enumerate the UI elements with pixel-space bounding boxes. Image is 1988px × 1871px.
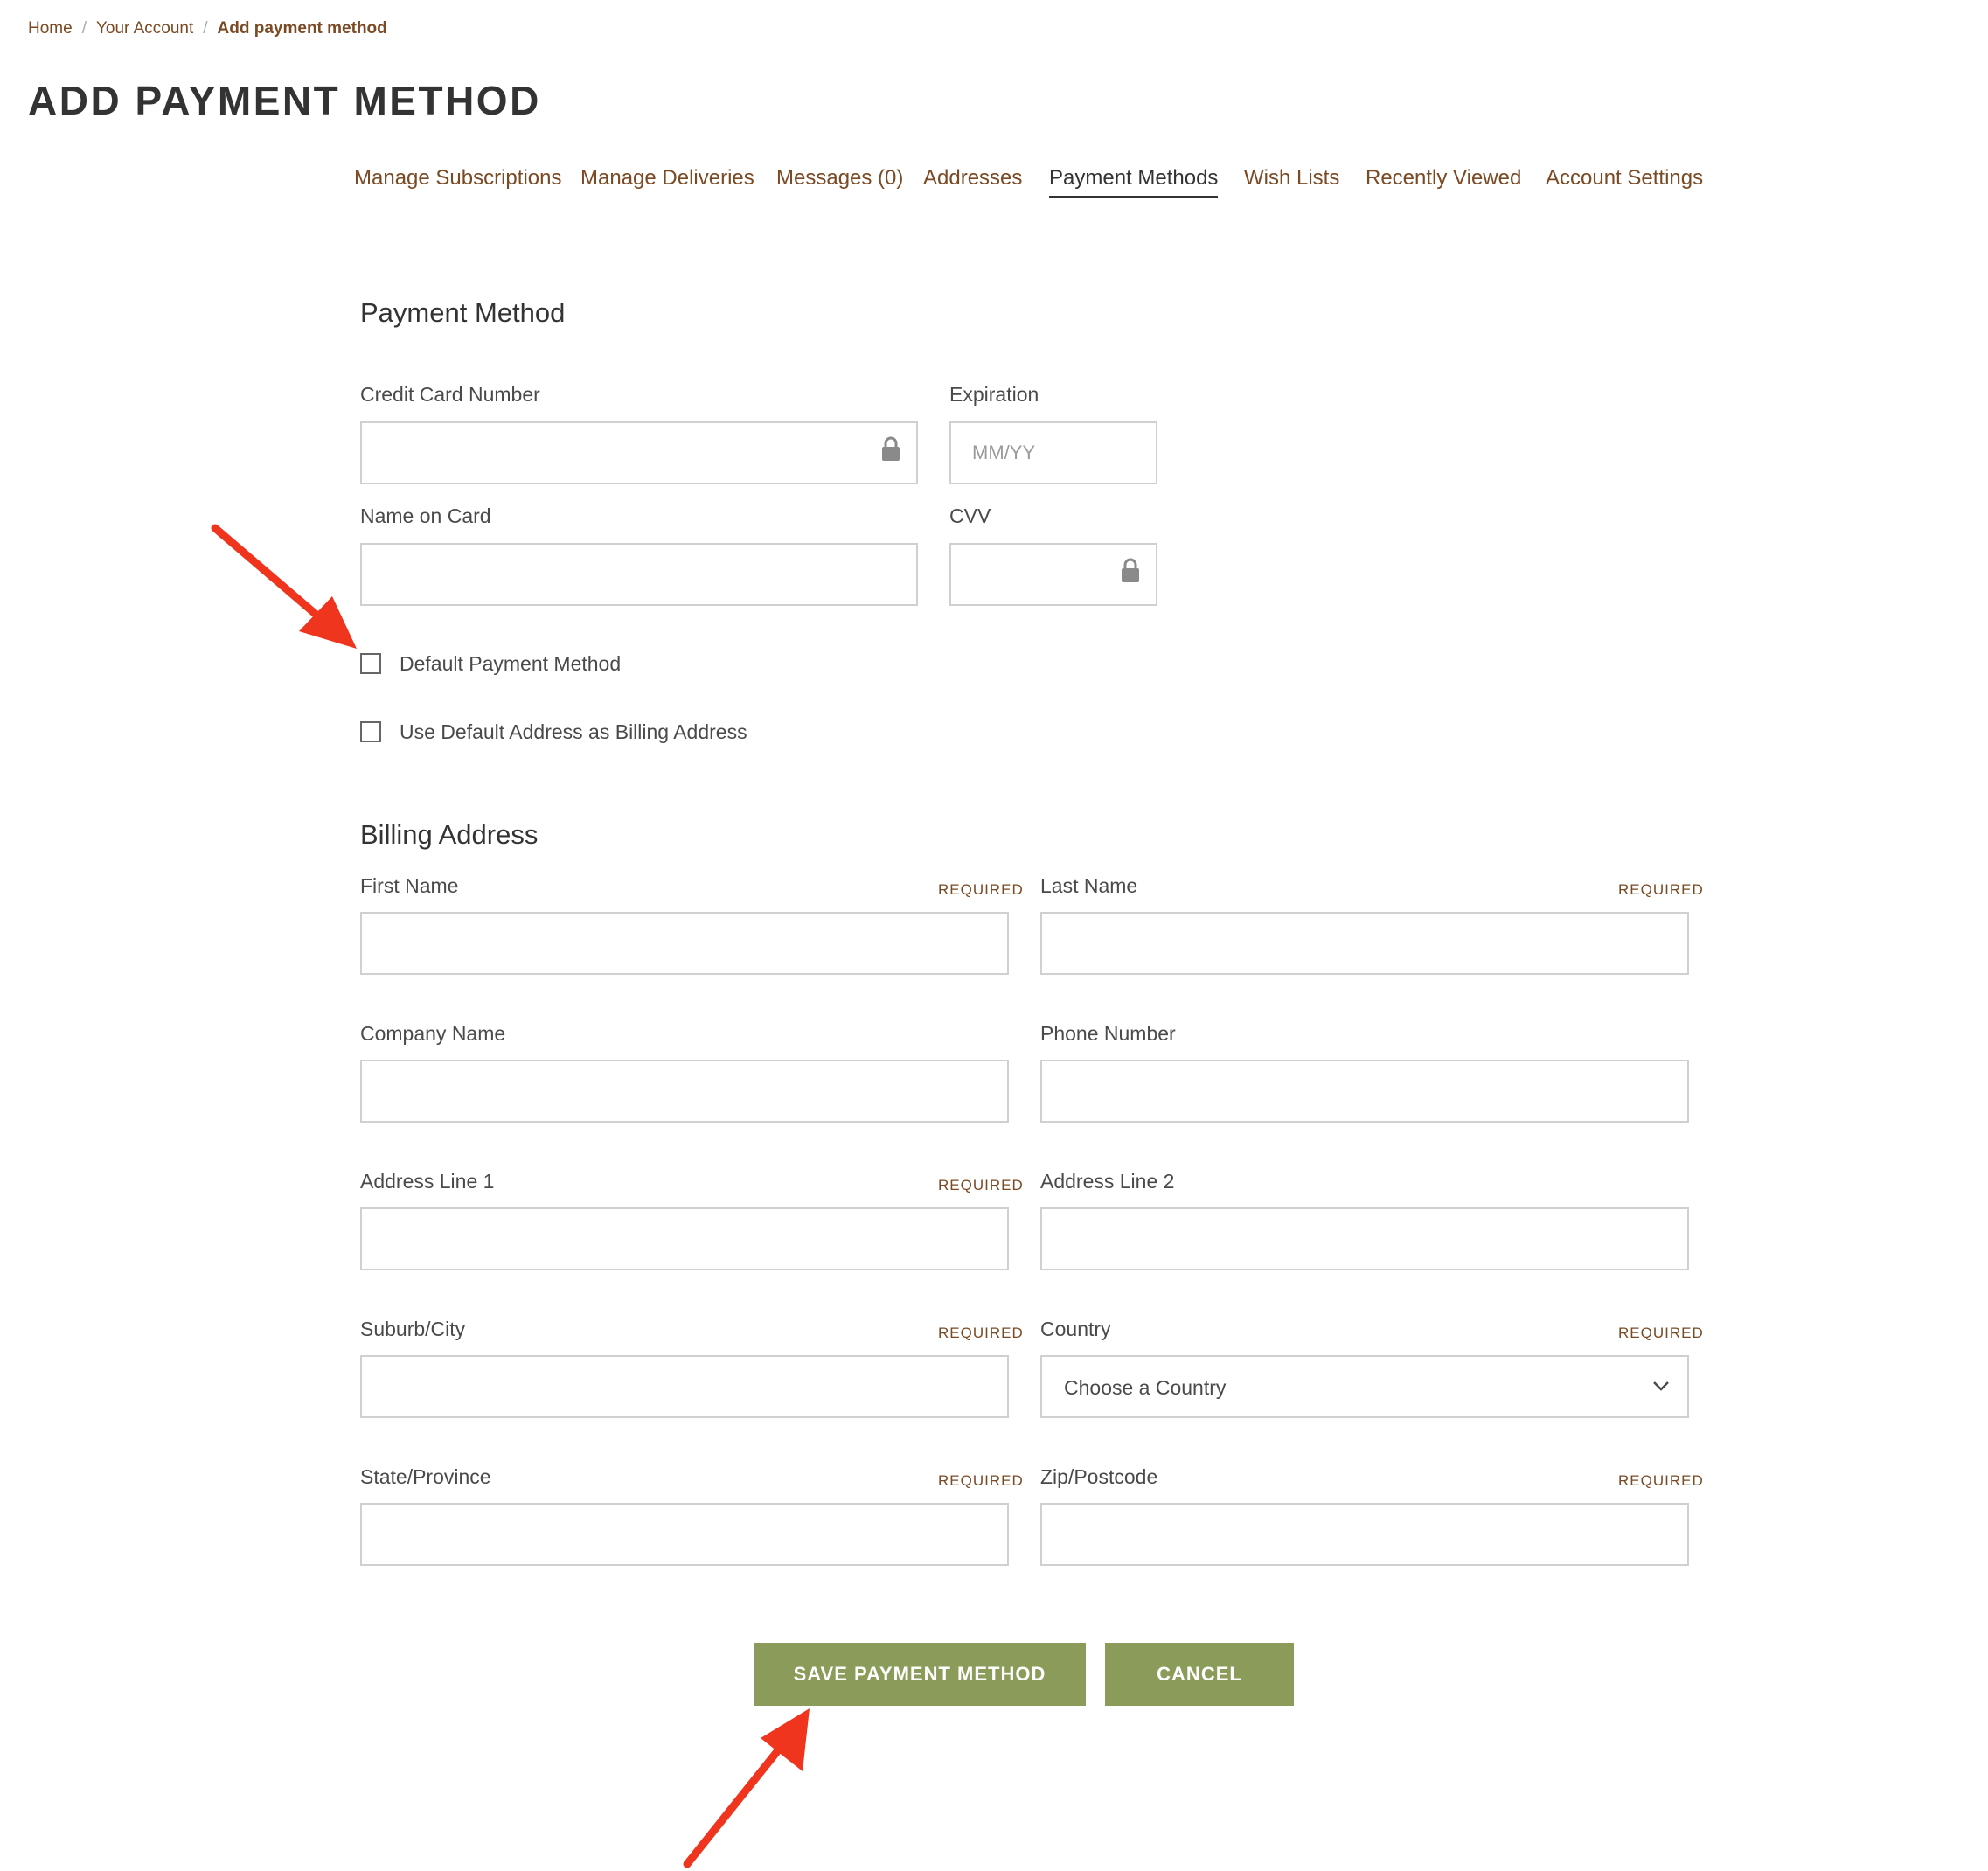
- phone-number-input[interactable]: [1042, 1061, 1687, 1121]
- annotation-arrow-icon: [211, 524, 357, 649]
- address-line2-field[interactable]: [1040, 1207, 1689, 1270]
- name-on-card-label: Name on Card: [360, 504, 491, 527]
- state-field[interactable]: [360, 1503, 1009, 1566]
- expiration-input[interactable]: [951, 423, 1156, 483]
- address-line1-input[interactable]: [362, 1209, 1007, 1269]
- save-payment-method-button[interactable]: SAVE PAYMENT METHOD: [754, 1643, 1086, 1706]
- last-name-field[interactable]: [1040, 912, 1689, 975]
- lock-icon: [882, 436, 900, 461]
- breadcrumb-account-link[interactable]: Your Account: [96, 19, 193, 38]
- zip-label: Zip/Postcode: [1040, 1465, 1158, 1488]
- billing-address-heading: Billing Address: [360, 819, 539, 850]
- nav-account-settings[interactable]: Account Settings: [1546, 166, 1703, 191]
- company-name-label: Company Name: [360, 1022, 506, 1045]
- nav-payment-methods[interactable]: Payment Methods: [1049, 166, 1219, 198]
- address-line2-label: Address Line 2: [1040, 1170, 1175, 1193]
- country-select[interactable]: Choose a Country: [1040, 1355, 1689, 1418]
- card-number-label: Credit Card Number: [360, 383, 540, 406]
- country-label: Country: [1040, 1318, 1111, 1340]
- city-input[interactable]: [362, 1357, 1007, 1416]
- nav-recently-viewed[interactable]: Recently Viewed: [1366, 166, 1521, 191]
- card-number-input[interactable]: [362, 423, 916, 483]
- expiration-label: Expiration: [949, 383, 1039, 406]
- lock-icon: [1122, 558, 1139, 582]
- first-name-input[interactable]: [362, 914, 1007, 973]
- use-default-address-checkbox[interactable]: [360, 721, 381, 742]
- phone-number-label: Phone Number: [1040, 1022, 1176, 1045]
- required-tag: REQUIRED: [938, 1472, 1024, 1489]
- nav-addresses[interactable]: Addresses: [923, 166, 1022, 191]
- cvv-label: CVV: [949, 504, 991, 527]
- default-payment-checkbox[interactable]: [360, 653, 381, 674]
- zip-field[interactable]: [1040, 1503, 1689, 1566]
- state-label: State/Province: [360, 1465, 491, 1488]
- last-name-label: Last Name: [1040, 874, 1138, 897]
- nav-manage-subscriptions[interactable]: Manage Subscriptions: [354, 166, 561, 191]
- company-name-input[interactable]: [362, 1061, 1007, 1121]
- city-label: Suburb/City: [360, 1318, 466, 1340]
- chevron-down-icon: [1653, 1381, 1669, 1391]
- cvv-field[interactable]: [949, 543, 1157, 606]
- country-selected-value: Choose a Country: [1064, 1376, 1227, 1399]
- company-name-field[interactable]: [360, 1060, 1009, 1123]
- required-tag: REQUIRED: [1618, 881, 1704, 898]
- phone-number-field[interactable]: [1040, 1060, 1689, 1123]
- payment-method-heading: Payment Method: [360, 297, 566, 328]
- address-line2-input[interactable]: [1042, 1209, 1687, 1269]
- first-name-field[interactable]: [360, 912, 1009, 975]
- nav-manage-deliveries[interactable]: Manage Deliveries: [580, 166, 754, 191]
- required-tag: REQUIRED: [1618, 1472, 1704, 1489]
- breadcrumb-home-link[interactable]: Home: [28, 19, 73, 38]
- required-tag: REQUIRED: [938, 1177, 1024, 1193]
- nav-messages[interactable]: Messages (0): [776, 166, 903, 191]
- address-line1-field[interactable]: [360, 1207, 1009, 1270]
- use-default-address-label[interactable]: Use Default Address as Billing Address: [400, 720, 747, 744]
- address-line1-label: Address Line 1: [360, 1170, 495, 1193]
- card-number-field[interactable]: [360, 421, 918, 484]
- annotation-arrow-icon: [683, 1708, 810, 1868]
- required-tag: REQUIRED: [1618, 1325, 1704, 1341]
- nav-wish-lists[interactable]: Wish Lists: [1244, 166, 1339, 191]
- last-name-input[interactable]: [1042, 914, 1687, 973]
- breadcrumb-current: Add payment method: [217, 19, 387, 38]
- expiration-field[interactable]: [949, 421, 1157, 484]
- state-input[interactable]: [362, 1505, 1007, 1564]
- cancel-button[interactable]: CANCEL: [1105, 1643, 1294, 1706]
- default-payment-label[interactable]: Default Payment Method: [400, 652, 621, 676]
- name-on-card-input[interactable]: [362, 545, 916, 604]
- breadcrumb: Home / Your Account / Add payment method: [28, 19, 387, 38]
- name-on-card-field[interactable]: [360, 543, 918, 606]
- page-title: ADD PAYMENT METHOD: [28, 78, 541, 123]
- breadcrumb-separator: /: [203, 19, 208, 38]
- breadcrumb-separator: /: [81, 19, 87, 38]
- first-name-label: First Name: [360, 874, 459, 897]
- city-field[interactable]: [360, 1355, 1009, 1418]
- zip-input[interactable]: [1042, 1505, 1687, 1564]
- required-tag: REQUIRED: [938, 1325, 1024, 1341]
- required-tag: REQUIRED: [938, 881, 1024, 898]
